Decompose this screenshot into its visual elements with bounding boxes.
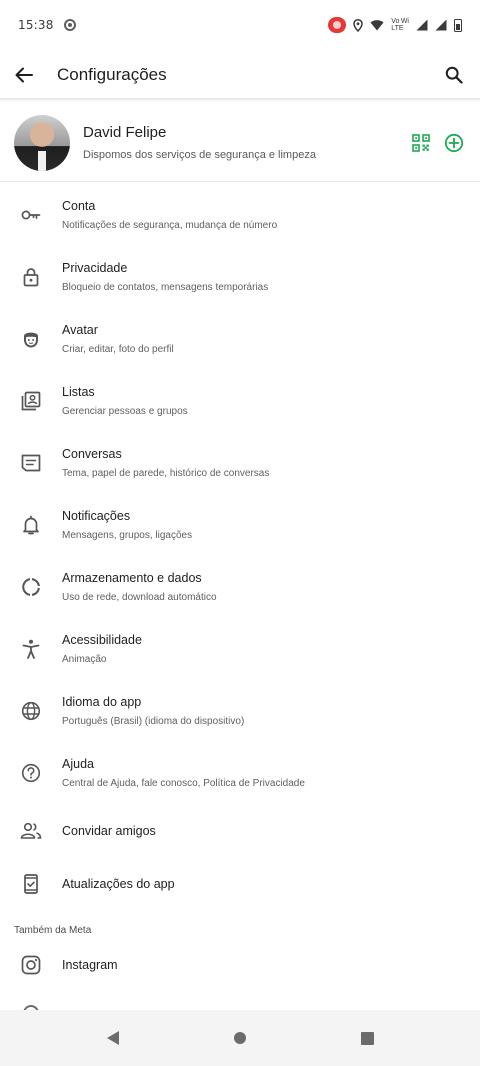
wifi-icon — [370, 20, 384, 31]
profile-actions — [412, 133, 466, 153]
search-icon — [445, 66, 463, 84]
status-bar: 15:38 Vo Wi LTE — [0, 0, 480, 50]
page-title: Configurações — [57, 65, 167, 84]
screen-record-icon — [328, 17, 347, 33]
back-button[interactable] — [12, 63, 36, 87]
menu-item-conversas[interactable]: Conversas Tema, papel de parede, históri… — [0, 432, 480, 494]
menu-item-conta[interactable]: Conta Notificações de segurança, mudança… — [0, 184, 480, 246]
app-bar: Configurações — [0, 50, 480, 100]
menu-item-instagram[interactable]: Instagram — [0, 938, 480, 991]
storage-ring-icon — [20, 576, 42, 598]
menu-title: Conta — [62, 199, 96, 213]
chat-icon — [20, 452, 42, 474]
menu-title: Armazenamento e dados — [62, 571, 202, 585]
nav-back-icon[interactable] — [106, 1031, 119, 1045]
menu-title: Convidar amigos — [62, 823, 156, 838]
menu-title: Notificações — [62, 509, 131, 523]
nav-home-icon[interactable] — [233, 1032, 246, 1044]
menu-item-notificacoes[interactable]: Notificações Mensagens, grupos, ligações — [0, 494, 480, 556]
menu-item-convidar[interactable]: Convidar amigos — [0, 804, 480, 857]
status-icons: Vo Wi LTE — [328, 17, 462, 33]
menu-item-atualizacoes[interactable]: Atualizações do app — [0, 857, 480, 910]
menu-subtitle: Animação — [62, 654, 107, 665]
menu-item-listas[interactable]: Listas Gerenciar pessoas e grupos — [0, 370, 480, 432]
section-label-meta: Também da Meta — [14, 925, 92, 936]
qr-code-icon[interactable] — [412, 133, 430, 152]
profile-row[interactable]: David Felipe Dispomos dos serviços de se… — [0, 104, 480, 182]
menu-title: Instagram — [62, 957, 118, 972]
instagram-icon — [20, 954, 42, 976]
profile-status: Dispomos dos serviços de segurança e lim… — [83, 149, 316, 161]
menu-item-privacidade[interactable]: Privacidade Bloqueio de contatos, mensag… — [0, 246, 480, 308]
menu-title: Listas — [62, 385, 95, 399]
menu-subtitle: Bloqueio de contatos, mensagens temporár… — [62, 282, 269, 293]
menu-subtitle: Português (Brasil) (idioma do dispositiv… — [62, 716, 245, 727]
nav-recents-icon[interactable] — [360, 1031, 374, 1045]
contacts-list-icon — [20, 390, 42, 412]
menu-subtitle: Uso de rede, download automático — [62, 592, 217, 603]
menu-title: Avatar — [62, 323, 98, 337]
add-circle-icon[interactable] — [444, 133, 464, 153]
menu-subtitle: Notificações de segurança, mudança de nú… — [62, 220, 278, 231]
status-time: 15:38 — [18, 18, 54, 32]
menu-title: Acessibilidade — [62, 633, 142, 647]
globe-icon — [20, 700, 42, 722]
menu-item-avatar[interactable]: Avatar Criar, editar, foto do perfil — [0, 308, 480, 370]
bell-icon — [20, 514, 42, 536]
avatar[interactable] — [14, 114, 70, 171]
menu-subtitle: Central de Ajuda, fale conosco, Política… — [62, 778, 305, 789]
network-type-label: Vo Wi LTE — [391, 18, 409, 32]
profile-text: David Felipe Dispomos dos serviços de se… — [83, 124, 316, 161]
people-icon — [20, 820, 42, 842]
search-button[interactable] — [440, 61, 468, 89]
accessibility-icon — [20, 638, 42, 660]
menu-item-armazenamento[interactable]: Armazenamento e dados Uso de rede, downl… — [0, 556, 480, 618]
menu-subtitle: Tema, papel de parede, histórico de conv… — [62, 468, 270, 479]
help-icon — [20, 762, 42, 784]
menu-item-acessibilidade[interactable]: Acessibilidade Animação — [0, 618, 480, 680]
menu-title: Atualizações do app — [62, 876, 175, 891]
location-target-icon — [63, 19, 76, 31]
settings-menu: Conta Notificações de segurança, mudança… — [0, 184, 480, 991]
signal-icon-1 — [416, 19, 428, 31]
avatar-face-icon — [20, 328, 42, 350]
lock-icon — [20, 266, 42, 288]
arrow-back-icon — [15, 67, 33, 83]
key-icon — [20, 204, 42, 226]
profile-name: David Felipe — [83, 124, 167, 141]
battery-icon — [454, 18, 462, 32]
signal-icon-2 — [435, 19, 447, 31]
menu-title: Idioma do app — [62, 695, 142, 709]
menu-item-idioma[interactable]: Idioma do app Português (Brasil) (idioma… — [0, 680, 480, 742]
menu-title: Privacidade — [62, 261, 128, 275]
menu-subtitle: Gerenciar pessoas e grupos — [62, 406, 188, 417]
menu-title: Ajuda — [62, 757, 94, 771]
menu-subtitle: Criar, editar, foto do perfil — [62, 344, 174, 355]
menu-item-ajuda[interactable]: Ajuda Central de Ajuda, fale conosco, Po… — [0, 742, 480, 804]
network-label-top: Vo Wi — [391, 18, 409, 25]
location-pin-icon — [353, 18, 364, 32]
app-bar-shadow — [0, 98, 480, 102]
menu-title: Conversas — [62, 447, 122, 461]
menu-subtitle: Mensagens, grupos, ligações — [62, 530, 193, 541]
system-nav-bar — [0, 1010, 480, 1066]
phone-update-icon — [20, 873, 42, 895]
network-label-bottom: LTE — [391, 25, 404, 32]
